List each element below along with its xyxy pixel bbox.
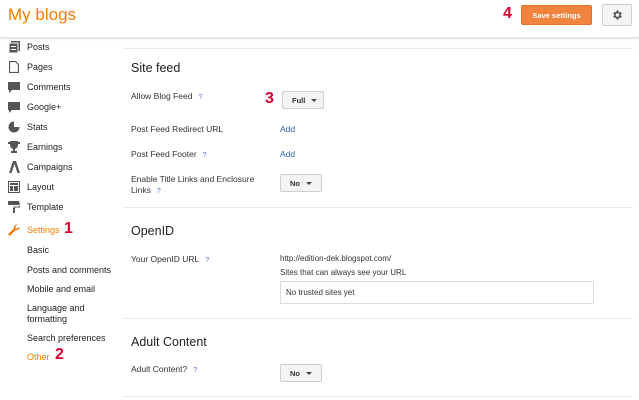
- sidebar-item-label: Comments: [27, 82, 71, 92]
- section-divider: [123, 207, 633, 208]
- sidebar-item-earnings[interactable]: Earnings: [8, 138, 63, 156]
- help-icon[interactable]: ?: [193, 365, 197, 376]
- sidebar-item-google-plus[interactable]: Google+: [8, 98, 61, 116]
- annotation-marker-2: 2: [55, 346, 64, 363]
- chevron-down-icon: [311, 98, 318, 102]
- post-feed-footer-label: Post Feed Footer?: [131, 149, 207, 161]
- sidebar-subitem-language-and-formatting[interactable]: Language and formatting: [27, 303, 107, 325]
- sidebar-subitem-posts-and-comments[interactable]: Posts and comments: [27, 265, 111, 276]
- enable-title-links-select[interactable]: No: [280, 174, 322, 192]
- stats-icon: [8, 121, 20, 133]
- sidebar-item-pages[interactable]: Pages: [8, 58, 53, 76]
- sidebar-nav: Posts Pages Comments Google+ Stats Earni…: [0, 38, 118, 400]
- annotation-marker-3: 3: [265, 90, 274, 107]
- pages-icon: [8, 61, 20, 73]
- save-settings-button[interactable]: Save settings: [521, 5, 592, 25]
- post-feed-footer-add-link[interactable]: Add: [280, 149, 295, 159]
- earnings-icon: [8, 141, 20, 153]
- comments-icon: [8, 81, 20, 93]
- sidebar-item-stats[interactable]: Stats: [8, 118, 48, 136]
- sidebar-subitem-other[interactable]: Other: [27, 352, 50, 363]
- enable-title-links-text: Enable Title Links and Enclosure: [131, 174, 255, 184]
- openid-url-value: http://edition-dek.blogspot.com/: [280, 254, 392, 263]
- post-feed-footer-text: Post Feed Footer: [131, 149, 197, 159]
- sidebar-item-settings[interactable]: Settings: [8, 221, 60, 239]
- annotation-marker-1: 1: [64, 220, 73, 237]
- sidebar-item-label: Posts: [27, 42, 50, 52]
- google-plus-icon: [8, 101, 20, 113]
- enable-title-links-text-line2: Links?: [131, 185, 254, 197]
- adult-content-label: Adult Content??: [131, 364, 197, 376]
- enable-title-links-text-2: Links: [131, 185, 151, 195]
- help-icon[interactable]: ?: [203, 150, 207, 161]
- chevron-down-icon: [306, 181, 312, 185]
- sidebar-item-label: Stats: [27, 122, 48, 132]
- sidebar-subitem-search-preferences[interactable]: Search preferences: [27, 333, 106, 344]
- sidebar-item-layout[interactable]: Layout: [8, 178, 54, 196]
- settings-main-panel: Site feed Allow Blog Feed? 3 Full Post F…: [123, 38, 633, 400]
- sidebar-item-label: Earnings: [27, 142, 63, 152]
- sidebar-item-label: Campaigns: [27, 162, 73, 172]
- post-feed-redirect-add-link[interactable]: Add: [280, 124, 295, 134]
- adult-content-value: No: [290, 368, 300, 378]
- trusted-sites-list: No trusted sites yet: [280, 281, 594, 304]
- allow-blog-feed-text: Allow Blog Feed: [131, 91, 193, 101]
- allow-blog-feed-label: Allow Blog Feed?: [131, 91, 202, 103]
- trusted-sites-caption: Sites that can always see your URL: [280, 268, 407, 277]
- section-title-openid: OpenID: [131, 224, 175, 238]
- posts-icon: [8, 41, 20, 53]
- top-header: My blogs 4 Save settings: [0, 0, 639, 38]
- adult-content-text: Adult Content?: [131, 364, 188, 374]
- gear-icon: [613, 10, 622, 20]
- post-feed-redirect-label: Post Feed Redirect URL: [131, 124, 224, 134]
- sidebar-item-label: Settings: [27, 225, 60, 235]
- layout-icon: [8, 181, 20, 193]
- sidebar-subitem-basic[interactable]: Basic: [27, 245, 49, 256]
- sidebar-item-label: Pages: [27, 62, 53, 72]
- openid-url-text: Your OpenID URL: [131, 254, 200, 264]
- help-icon[interactable]: ?: [157, 186, 161, 197]
- sidebar-item-label: Template: [27, 202, 64, 212]
- section-title-adult-content: Adult Content: [131, 335, 207, 349]
- help-icon[interactable]: ?: [198, 92, 202, 103]
- sidebar-item-label: Layout: [27, 182, 55, 192]
- enable-title-links-value: No: [290, 178, 300, 188]
- wrench-icon: [8, 224, 20, 236]
- campaigns-icon: [8, 161, 20, 173]
- allow-blog-feed-select[interactable]: Full: [282, 91, 324, 109]
- allow-blog-feed-value: Full: [292, 95, 306, 105]
- chevron-down-icon: [306, 371, 312, 375]
- app-title[interactable]: My blogs: [8, 5, 76, 25]
- section-title-site-feed: Site feed: [131, 61, 181, 75]
- enable-title-links-label: Enable Title Links and Enclosure Links?: [131, 174, 254, 197]
- section-divider: [123, 48, 633, 49]
- section-divider: [123, 396, 633, 397]
- sidebar-item-comments[interactable]: Comments: [8, 78, 71, 96]
- settings-gear-button[interactable]: [602, 4, 632, 26]
- sidebar-item-label: Google+: [27, 102, 62, 112]
- sidebar-item-template[interactable]: Template: [8, 198, 64, 216]
- adult-content-select[interactable]: No: [280, 364, 322, 382]
- sidebar-item-posts[interactable]: Posts: [8, 38, 50, 56]
- trusted-sites-empty-text: No trusted sites yet: [286, 288, 355, 297]
- section-divider: [123, 318, 633, 319]
- sidebar-item-campaigns[interactable]: Campaigns: [8, 158, 73, 176]
- annotation-marker-4: 4: [503, 5, 512, 22]
- openid-url-label: Your OpenID URL?: [131, 254, 209, 266]
- template-icon: [8, 201, 20, 213]
- help-icon[interactable]: ?: [205, 255, 209, 266]
- sidebar-subitem-mobile-and-email[interactable]: Mobile and email: [27, 284, 95, 295]
